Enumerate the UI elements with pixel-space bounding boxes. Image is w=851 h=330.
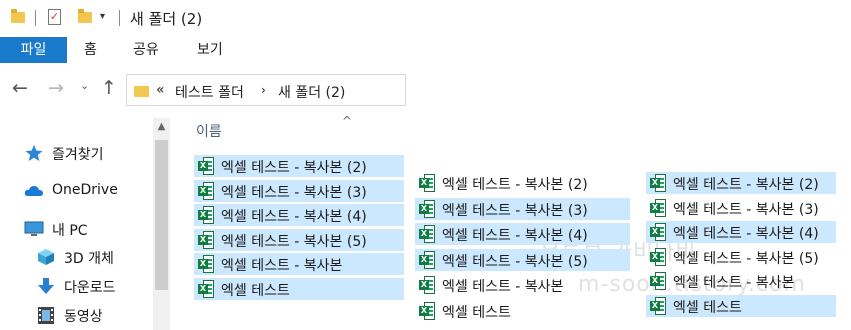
file-name: 엑셀 테스트 [673, 299, 742, 316]
window-title: 새 폴더 (2) [130, 10, 203, 28]
excel-file-icon: X [419, 301, 435, 320]
file-name: 엑셀 테스트 - 복사본 (2) [221, 160, 367, 176]
film-icon [38, 307, 54, 324]
scroll-up-icon[interactable]: ▲ [153, 118, 170, 135]
nav-label: 즐겨찾기 [52, 147, 104, 163]
file-name: 엑셀 테스트 - 복사본 (2) [442, 177, 588, 193]
file-name: 엑셀 테스트 - 복사본 (3) [673, 201, 819, 218]
cube-icon [38, 249, 54, 265]
column-header-name[interactable]: 이름 [196, 121, 222, 141]
file-name: 엑셀 테스트 - 복사본 [673, 275, 795, 291]
ribbon-tabs: 파일 홈 공유 보기 [0, 37, 406, 63]
toolbar-divider [35, 10, 36, 26]
file-row[interactable]: X 엑셀 테스트 - 복사본 (5) [415, 248, 630, 271]
file-name: 엑셀 테스트 - 복사본 (4) [221, 209, 367, 225]
excel-file-icon: X [198, 255, 214, 273]
excel-file-icon: X [198, 157, 214, 175]
file-row[interactable]: X 엑셀 테스트 - 복사본 (3) [194, 179, 404, 202]
file-row[interactable]: X 엑셀 테스트 - 복사본 (2) [646, 172, 836, 194]
file-name: 엑셀 테스트 - 복사본 (5) [442, 253, 588, 270]
excel-file-icon: X [419, 225, 435, 243]
excel-file-icon: X [419, 250, 435, 269]
excel-file-icon: X [650, 296, 666, 315]
file-row[interactable]: X 엑셀 테스트 - 복사본 (5) [194, 228, 404, 251]
file-name: 엑셀 테스트 [442, 304, 511, 321]
nav-label: 3D 개체 [64, 251, 114, 267]
tab-share[interactable]: 공유 [133, 37, 159, 63]
file-row[interactable]: X 엑셀 테스트 - 복사본 (3) [415, 197, 630, 220]
scroll-thumb[interactable] [155, 140, 168, 290]
cloud-icon [24, 186, 43, 196]
file-name: 엑셀 테스트 - 복사본 [442, 279, 564, 295]
excel-file-icon: X [650, 198, 666, 217]
customize-dropdown-icon[interactable]: ▾ [100, 11, 105, 22]
file-row[interactable]: X 엑셀 테스트 [646, 294, 836, 317]
excel-file-icon: X [650, 223, 666, 241]
star-icon [25, 145, 43, 161]
excel-file-icon: X [650, 247, 666, 266]
nav-label: OneDrive [52, 182, 118, 198]
breadcrumb-item[interactable]: 새 폴더 (2) [278, 82, 345, 102]
nav-label: 내 PC [52, 223, 88, 239]
up-arrow-icon[interactable]: ↑ [101, 77, 117, 99]
file-row[interactable]: X 엑셀 테스트 - 복사본 (4) [415, 223, 630, 245]
excel-file-icon: X [198, 181, 214, 200]
nav-label: 동영상 [64, 309, 103, 325]
tab-home[interactable]: 홈 [84, 37, 97, 63]
file-name: 엑셀 테스트 - 복사본 (3) [221, 184, 367, 201]
properties-check-icon[interactable]: ✓ [48, 9, 61, 25]
tab-file[interactable]: 파일 [0, 37, 67, 63]
excel-file-icon: X [650, 174, 666, 192]
monitor-icon [24, 221, 44, 236]
file-row[interactable]: X 엑셀 테스트 [415, 300, 630, 322]
forward-arrow-icon[interactable]: → [48, 77, 64, 99]
excel-file-icon: X [419, 199, 435, 218]
file-name: 엑셀 테스트 - 복사본 (3) [442, 202, 588, 219]
address-folder-icon [134, 86, 149, 97]
file-row[interactable]: X 엑셀 테스트 - 복사본 [646, 270, 836, 292]
file-row[interactable]: X 엑셀 테스트 - 복사본 (2) [415, 172, 630, 194]
folder-icon[interactable] [11, 9, 25, 23]
excel-file-icon: X [650, 272, 666, 290]
file-row[interactable]: X 엑셀 테스트 - 복사본 (4) [194, 204, 404, 226]
excel-file-icon: X [198, 206, 214, 224]
nav-label: 다운로드 [64, 280, 116, 296]
file-name: 엑셀 테스트 - 복사본 (5) [221, 233, 367, 250]
new-folder-icon[interactable] [78, 9, 92, 23]
tab-view[interactable]: 보기 [197, 37, 223, 63]
excel-file-icon: X [198, 279, 214, 298]
file-name: 엑셀 테스트 [221, 282, 290, 299]
file-row[interactable]: X 엑셀 테스트 - 복사본 (5) [646, 246, 836, 268]
file-row[interactable]: X 엑셀 테스트 - 복사본 [415, 274, 630, 296]
breadcrumb-separator-icon: › [261, 83, 266, 97]
address-bar[interactable]: « 테스트 폴더 › 새 폴더 (2) [126, 74, 406, 106]
file-row[interactable]: X 엑셀 테스트 [194, 277, 404, 300]
file-row[interactable]: X 엑셀 테스트 - 복사본 [194, 253, 404, 275]
file-row[interactable]: X 엑셀 테스트 - 복사본 (2) [194, 155, 404, 177]
back-arrow-icon[interactable]: ← [12, 77, 28, 99]
sort-up-icon: ^ [342, 114, 353, 128]
address-row: ← → ⌄ ↑ « 테스트 폴더 › 새 폴더 (2) [0, 70, 406, 110]
file-name: 엑셀 테스트 - 복사본 (4) [673, 226, 819, 242]
file-row[interactable]: X 엑셀 테스트 - 복사본 (4) [646, 221, 836, 243]
file-name: 엑셀 테스트 - 복사본 [221, 258, 343, 274]
excel-file-icon: X [198, 230, 214, 249]
title-bar: ✓ ▾ 새 폴더 (2) [0, 0, 406, 36]
file-name: 엑셀 테스트 - 복사본 (5) [673, 250, 819, 267]
file-row[interactable]: X 엑셀 테스트 - 복사본 (3) [646, 197, 836, 219]
excel-file-icon: X [419, 276, 435, 294]
file-name: 엑셀 테스트 - 복사본 (4) [442, 228, 588, 244]
breadcrumb-item[interactable]: 테스트 폴더 [175, 82, 244, 102]
toolbar-divider [119, 10, 120, 26]
breadcrumb-overflow[interactable]: « [156, 82, 165, 98]
download-arrow-icon [38, 278, 54, 294]
excel-file-icon: X [419, 174, 435, 192]
recent-chevron-down-icon[interactable]: ⌄ [80, 79, 89, 92]
file-name: 엑셀 테스트 - 복사본 (2) [673, 177, 819, 193]
